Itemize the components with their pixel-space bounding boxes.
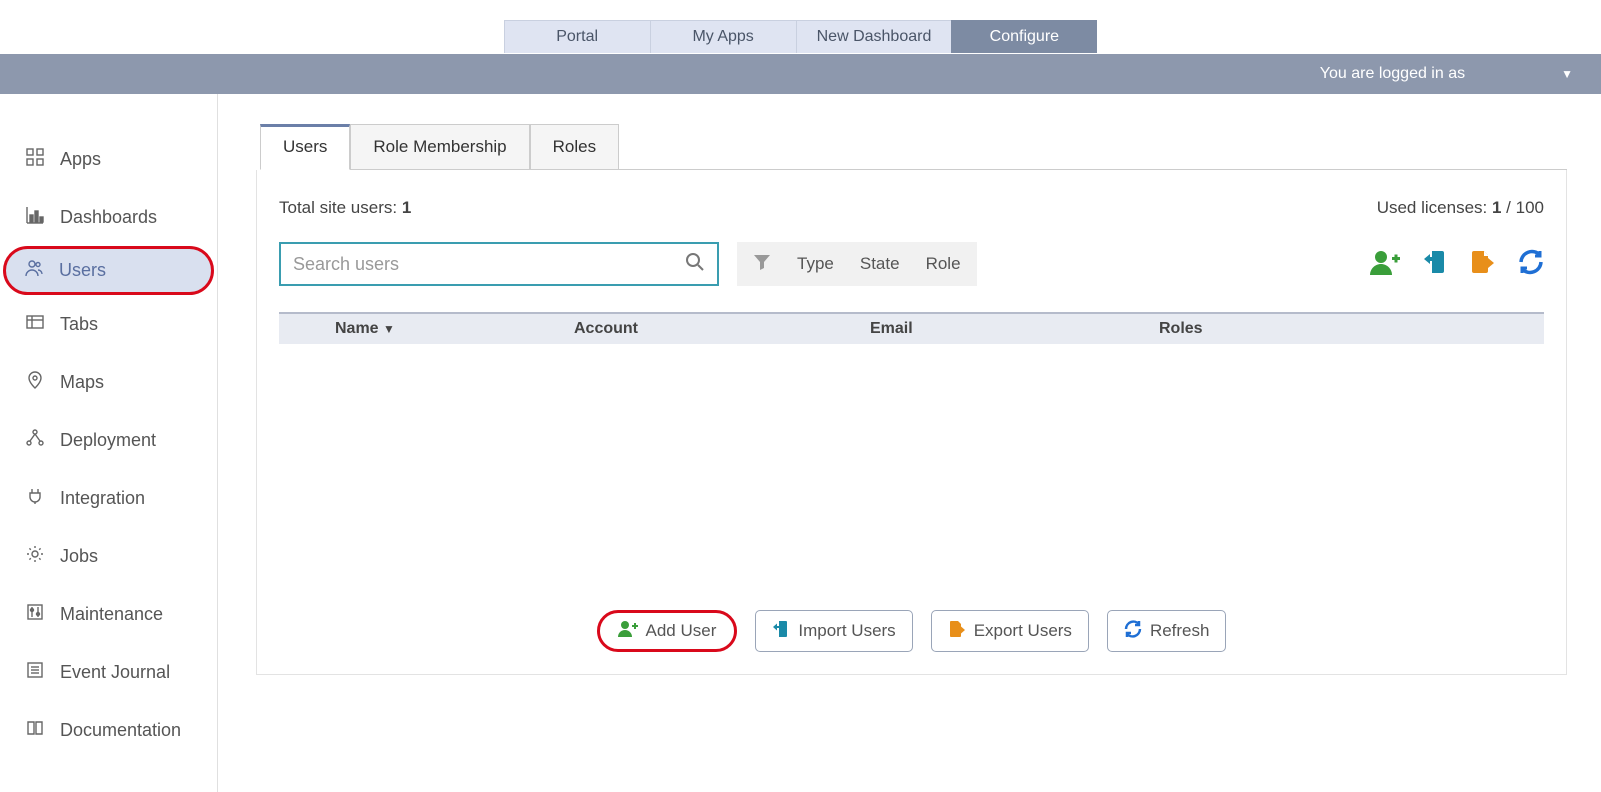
sidebar-item-jobs[interactable]: Jobs (0, 527, 217, 585)
sidebar-item-label: Users (59, 260, 106, 281)
licenses-cap: 100 (1516, 198, 1544, 217)
import-users-button[interactable]: Import Users (755, 610, 912, 652)
topnav-tab-portal[interactable]: Portal (504, 20, 650, 53)
gear-icon (26, 545, 44, 568)
sidebar-item-maintenance[interactable]: Maintenance (0, 585, 217, 643)
top-nav: Portal My Apps New Dashboard Configure (0, 0, 1601, 54)
grid-icon (26, 148, 44, 171)
table-header: Name ▼ Account Email Roles (279, 312, 1544, 344)
sidebar-item-label: Event Journal (60, 662, 170, 683)
topnav-tab-newdashboard[interactable]: New Dashboard (796, 20, 952, 53)
sidebar-item-integration[interactable]: Integration (0, 469, 217, 527)
topnav-tab-configure[interactable]: Configure (951, 20, 1097, 53)
used-licenses: Used licenses: 1 / 100 (1377, 198, 1544, 218)
th-email[interactable]: Email (870, 320, 1159, 338)
stats-row: Total site users: 1 Used licenses: 1 / 1… (279, 198, 1544, 218)
import-icon[interactable] (1422, 249, 1448, 279)
sidebar: Apps Dashboards Users Tabs Maps (0, 94, 218, 792)
sidebar-item-maps[interactable]: Maps (0, 353, 217, 411)
import-icon (772, 620, 790, 643)
filter-bar: Type State Role (737, 242, 977, 286)
sidebar-item-label: Documentation (60, 720, 181, 741)
users-table: Name ▼ Account Email Roles (279, 312, 1544, 584)
export-icon (948, 620, 966, 643)
list-icon (26, 661, 44, 684)
search-wrap (279, 242, 719, 286)
btn-label: Add User (646, 621, 717, 641)
btn-label: Export Users (974, 621, 1072, 641)
users-icon (25, 259, 43, 282)
controls-row: Type State Role (279, 242, 1544, 286)
sidebar-item-label: Deployment (60, 430, 156, 451)
tabs-icon (26, 313, 44, 336)
licenses-sep: / (1501, 198, 1515, 217)
refresh-icon (1124, 620, 1142, 643)
sidebar-item-users[interactable]: Users (3, 246, 214, 295)
export-users-button[interactable]: Export Users (931, 610, 1089, 652)
sidebar-item-apps[interactable]: Apps (0, 130, 217, 188)
btn-label: Refresh (1150, 621, 1210, 641)
filter-type[interactable]: Type (797, 254, 834, 274)
export-icon[interactable] (1470, 249, 1496, 279)
sidebar-item-eventjournal[interactable]: Event Journal (0, 643, 217, 701)
content-tabs: Users Role Membership Roles (260, 124, 1567, 170)
content-tab-rolemembership[interactable]: Role Membership (350, 124, 529, 169)
content-tab-users[interactable]: Users (260, 124, 350, 170)
th-account[interactable]: Account (574, 320, 870, 338)
sort-indicator-icon: ▼ (383, 322, 395, 336)
btn-label: Import Users (798, 621, 895, 641)
sliders-icon (26, 603, 44, 626)
sidebar-item-deployment[interactable]: Deployment (0, 411, 217, 469)
user-dropdown-caret-icon[interactable]: ▼ (1561, 67, 1573, 81)
th-roles[interactable]: Roles (1159, 320, 1544, 338)
content-tab-roles[interactable]: Roles (530, 124, 619, 169)
book-icon (26, 719, 44, 742)
footer-buttons: Add User Import Users Export Users (279, 610, 1544, 652)
refresh-button[interactable]: Refresh (1107, 610, 1227, 652)
sidebar-item-label: Jobs (60, 546, 98, 567)
search-icon[interactable] (685, 252, 705, 276)
sidebar-item-label: Dashboards (60, 207, 157, 228)
table-body (279, 344, 1544, 584)
sidebar-item-label: Maps (60, 372, 104, 393)
th-name[interactable]: Name ▼ (279, 320, 574, 338)
add-user-icon (618, 620, 638, 642)
sidebar-item-label: Apps (60, 149, 101, 170)
sidebar-item-label: Tabs (60, 314, 98, 335)
total-users-label: Total site users: (279, 198, 402, 217)
filter-role[interactable]: Role (926, 254, 961, 274)
chart-icon (26, 206, 44, 229)
add-user-icon[interactable] (1370, 249, 1400, 279)
action-icons (1370, 249, 1544, 279)
licenses-label: Used licenses: (1377, 198, 1492, 217)
total-users-value: 1 (402, 198, 411, 217)
topnav-tab-myapps[interactable]: My Apps (650, 20, 796, 53)
login-bar: You are logged in as ▼ (0, 54, 1601, 94)
sidebar-item-label: Integration (60, 488, 145, 509)
sidebar-item-dashboards[interactable]: Dashboards (0, 188, 217, 246)
sidebar-item-documentation[interactable]: Documentation (0, 701, 217, 759)
content-panel: Total site users: 1 Used licenses: 1 / 1… (256, 170, 1567, 675)
total-users: Total site users: 1 (279, 198, 411, 218)
deployment-icon (26, 429, 44, 452)
filter-icon (753, 253, 771, 276)
map-pin-icon (26, 371, 44, 394)
main-content: Users Role Membership Roles Total site u… (218, 94, 1601, 792)
search-input[interactable] (293, 254, 685, 275)
sidebar-item-tabs[interactable]: Tabs (0, 295, 217, 353)
sidebar-item-label: Maintenance (60, 604, 163, 625)
add-user-button[interactable]: Add User (597, 610, 738, 652)
login-text: You are logged in as (1320, 65, 1465, 83)
refresh-icon[interactable] (1518, 249, 1544, 279)
filter-state[interactable]: State (860, 254, 900, 274)
integration-icon (26, 487, 44, 510)
